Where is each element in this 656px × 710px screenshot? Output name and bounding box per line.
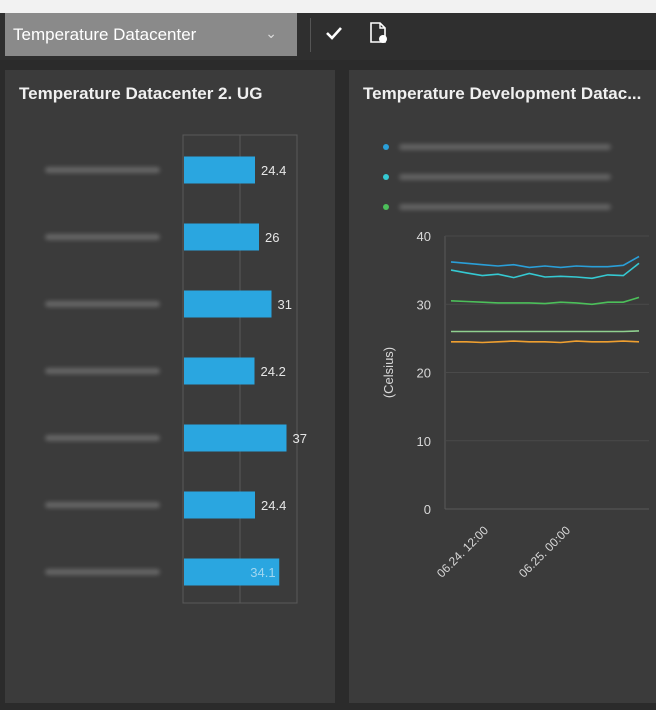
- bar-value-label: 24.2: [261, 364, 286, 379]
- bar-value-label: 24.4: [261, 498, 286, 513]
- legend-label-placeholder[interactable]: [399, 144, 611, 150]
- category-label-placeholder: [45, 368, 160, 374]
- y-tick-label: 10: [417, 434, 431, 449]
- toolbar-divider: [310, 18, 311, 52]
- legend-marker: [383, 174, 389, 180]
- series-line[interactable]: [451, 340, 640, 344]
- y-tick-label: 20: [417, 366, 431, 381]
- line-chart-panel: Temperature Development Datac... 0 10 20 30…: [349, 70, 656, 703]
- panel-title: Temperature Datacenter 2. UG: [19, 84, 263, 103]
- series-line[interactable]: [450, 255, 640, 269]
- check-icon[interactable]: [320, 18, 348, 48]
- y-tick-label: 30: [417, 297, 431, 312]
- legend-marker: [383, 204, 389, 210]
- bar-value-label: 26: [265, 230, 279, 245]
- bar-chart: 24.4 26 31 24.2 37 24.4 34.1: [45, 134, 307, 604]
- x-tick-label: 06.24. 12:00: [434, 523, 491, 580]
- category-label-placeholder: [45, 502, 160, 508]
- panel-title: Temperature Development Datac...: [363, 84, 642, 103]
- bar-value-label: 31: [278, 297, 292, 312]
- dashboard-select[interactable]: Temperature Datacenter ⌄: [5, 13, 297, 56]
- y-axis-label: (Celsius): [381, 347, 396, 398]
- bar-value-label: 24.4: [261, 163, 286, 178]
- bar[interactable]: [184, 357, 255, 385]
- bar[interactable]: [184, 156, 255, 184]
- series-line[interactable]: [450, 296, 640, 306]
- legend-marker: [383, 144, 389, 150]
- chevron-down-icon: ⌄: [265, 25, 277, 41]
- bar[interactable]: [184, 424, 287, 452]
- top-strip: [0, 0, 656, 13]
- line-chart: 0 10 20 30 40 (Celsius) 06.24. 12:00 06.25. 00:…: [381, 144, 649, 580]
- bar[interactable]: [184, 290, 272, 318]
- category-label-placeholder: [45, 569, 160, 575]
- dashboard-select-value: Temperature Datacenter: [13, 24, 197, 44]
- category-label-placeholder: [45, 301, 160, 307]
- legend-label-placeholder[interactable]: [399, 204, 611, 210]
- bar-chart-panel: Temperature Datacenter 2. UG 24.4 26 31 24.…: [5, 70, 335, 703]
- y-tick-label: 0: [424, 502, 431, 517]
- category-label-placeholder: [45, 167, 160, 173]
- bar-value-label: 34.1: [250, 565, 275, 580]
- x-tick-label: 06.25. 00:00: [516, 523, 573, 580]
- bar[interactable]: [184, 491, 255, 519]
- category-label-placeholder: [45, 435, 160, 441]
- legend-label-placeholder[interactable]: [399, 174, 611, 180]
- bar-value-label: 37: [293, 431, 307, 446]
- pdf-export-icon[interactable]: [364, 18, 392, 48]
- bar[interactable]: [184, 223, 259, 251]
- category-label-placeholder: [45, 234, 160, 240]
- toolbar: Temperature Datacenter ⌄: [0, 0, 656, 60]
- y-tick-label: 40: [417, 229, 431, 244]
- series-line[interactable]: [451, 330, 640, 333]
